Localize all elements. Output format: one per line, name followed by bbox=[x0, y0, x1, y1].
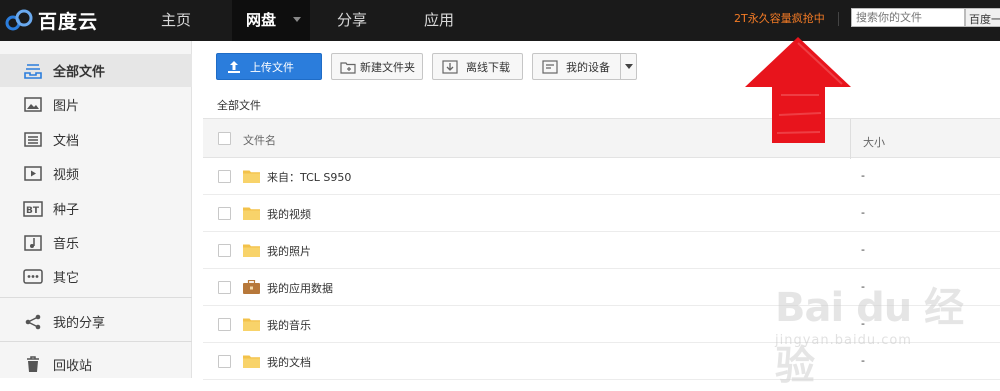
file-name[interactable]: 我的应用数据 bbox=[267, 280, 333, 296]
offline-download-button-label: 离线下载 bbox=[466, 60, 510, 74]
table-row[interactable]: 我的视频 - bbox=[203, 195, 1000, 232]
column-header-size[interactable]: 大小 bbox=[863, 134, 885, 150]
upload-icon bbox=[226, 60, 242, 74]
file-size: - bbox=[861, 169, 865, 182]
sidebar-item-label: 图片 bbox=[53, 99, 80, 114]
more-icon bbox=[23, 268, 43, 286]
file-size: - bbox=[861, 243, 865, 256]
devices-dropdown-toggle[interactable] bbox=[620, 54, 636, 79]
sidebar: 全部文件 图片 文档 视频 BT 种子 音乐 其它 我的分享 回收站 bbox=[0, 41, 192, 378]
chevron-down-icon[interactable] bbox=[293, 17, 301, 22]
select-all-checkbox[interactable] bbox=[218, 132, 231, 145]
watermark-url: jingyan.baidu.com bbox=[775, 333, 912, 348]
video-icon bbox=[23, 165, 43, 183]
sidebar-item-music[interactable]: 音乐 bbox=[0, 226, 192, 259]
baidu-cloud-logo-icon bbox=[5, 9, 33, 31]
my-devices-button[interactable]: 我的设备 bbox=[532, 53, 637, 80]
upload-button-label: 上传文件 bbox=[250, 60, 294, 74]
sidebar-item-other[interactable]: 其它 bbox=[0, 260, 192, 293]
trash-icon bbox=[23, 356, 43, 374]
row-checkbox[interactable] bbox=[218, 244, 231, 257]
file-name[interactable]: 我的文档 bbox=[267, 354, 311, 370]
upload-button[interactable]: 上传文件 bbox=[216, 53, 322, 80]
offline-download-icon bbox=[442, 59, 458, 74]
sidebar-item-recycle-bin[interactable]: 回收站 bbox=[0, 348, 192, 381]
nav-netdisk-label: 网盘 bbox=[246, 11, 277, 29]
sidebar-item-label: 其它 bbox=[53, 271, 80, 286]
folder-icon bbox=[243, 355, 260, 368]
divider bbox=[0, 297, 192, 298]
file-size: - bbox=[861, 206, 865, 219]
new-folder-button-label: 新建文件夹 bbox=[360, 60, 415, 74]
row-checkbox[interactable] bbox=[218, 318, 231, 331]
folder-icon bbox=[243, 170, 260, 183]
table-row[interactable]: 我的照片 - bbox=[203, 232, 1000, 269]
logo[interactable]: 百度云 bbox=[4, 6, 98, 34]
sidebar-item-label: 全部文件 bbox=[53, 65, 106, 80]
sidebar-item-label: 文档 bbox=[53, 134, 80, 149]
folder-icon bbox=[243, 318, 260, 331]
file-name[interactable]: 我的音乐 bbox=[267, 317, 311, 333]
document-icon bbox=[23, 131, 43, 149]
sidebar-item-all-files[interactable]: 全部文件 bbox=[0, 54, 192, 87]
all-files-icon bbox=[23, 62, 43, 80]
sidebar-item-images[interactable]: 图片 bbox=[0, 88, 192, 121]
row-checkbox[interactable] bbox=[218, 170, 231, 183]
folder-icon bbox=[243, 207, 260, 220]
search-input[interactable] bbox=[851, 8, 965, 27]
chevron-down-icon bbox=[624, 64, 633, 69]
image-icon bbox=[23, 96, 43, 114]
sidebar-item-documents[interactable]: 文档 bbox=[0, 123, 192, 156]
sidebar-item-videos[interactable]: 视频 bbox=[0, 157, 192, 190]
nav-share[interactable]: 分享 bbox=[318, 0, 386, 41]
app-folder-icon bbox=[243, 280, 260, 294]
new-folder-icon bbox=[340, 60, 356, 74]
file-name[interactable]: 来自：TCL S950 bbox=[267, 169, 351, 185]
nav-apps[interactable]: 应用 bbox=[405, 0, 473, 41]
divider bbox=[838, 12, 839, 26]
share-icon bbox=[23, 313, 43, 331]
table-header: 文件名 大小 bbox=[203, 118, 1000, 159]
device-icon bbox=[542, 59, 558, 74]
row-checkbox[interactable] bbox=[218, 281, 231, 294]
offline-download-button[interactable]: 离线下载 bbox=[432, 53, 523, 80]
sidebar-item-label: 种子 bbox=[53, 203, 80, 218]
table-row[interactable]: 来自：TCL S950 - bbox=[203, 158, 1000, 195]
svg-text:BT: BT bbox=[26, 206, 40, 216]
sidebar-item-label: 视频 bbox=[53, 168, 80, 183]
divider bbox=[0, 341, 192, 342]
row-checkbox[interactable] bbox=[218, 207, 231, 220]
music-icon bbox=[23, 234, 43, 252]
file-name[interactable]: 我的照片 bbox=[267, 243, 311, 259]
bt-icon: BT bbox=[23, 200, 43, 218]
sidebar-item-label: 音乐 bbox=[53, 237, 80, 252]
sidebar-item-label: 我的分享 bbox=[53, 316, 106, 331]
folder-icon bbox=[243, 244, 260, 257]
new-folder-button[interactable]: 新建文件夹 bbox=[331, 53, 423, 80]
search-scope-button[interactable]: 百度一下 bbox=[965, 8, 1000, 27]
nav-home[interactable]: 主页 bbox=[141, 0, 211, 41]
logo-text: 百度云 bbox=[38, 10, 99, 33]
breadcrumb[interactable]: 全部文件 bbox=[217, 97, 261, 113]
sidebar-item-torrents[interactable]: BT 种子 bbox=[0, 192, 192, 225]
file-name[interactable]: 我的视频 bbox=[267, 206, 311, 222]
row-checkbox[interactable] bbox=[218, 355, 231, 368]
promo-link[interactable]: 2T永久容量疯抢中 bbox=[734, 0, 825, 37]
watermark: Bai du 经验 jingyan.baidu.com bbox=[775, 275, 995, 389]
sidebar-item-label: 回收站 bbox=[53, 359, 93, 374]
column-header-name[interactable]: 文件名 bbox=[243, 132, 276, 148]
annotation-arrow-icon bbox=[745, 37, 851, 143]
my-devices-button-label: 我的设备 bbox=[566, 60, 610, 74]
sidebar-item-my-share[interactable]: 我的分享 bbox=[0, 305, 192, 338]
